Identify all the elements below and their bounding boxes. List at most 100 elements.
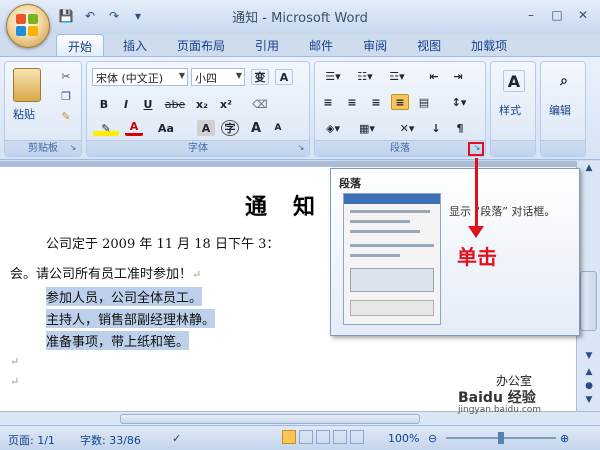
next-page-icon[interactable]: ▼ (581, 395, 597, 409)
annotation-arrow (475, 158, 478, 228)
minimize-button[interactable]: – (520, 6, 542, 24)
preview-line (350, 244, 434, 247)
document-line: 会。请公司所有员工准时参加！↵ (10, 263, 201, 282)
multilevel-list-icon[interactable]: ☲▾ (383, 68, 411, 84)
close-button[interactable]: ✕ (572, 6, 594, 24)
increase-indent-icon[interactable]: ⇥ (449, 68, 467, 84)
editing-label: 编辑 (549, 104, 571, 117)
draft-icon[interactable] (350, 430, 364, 444)
tab-insert[interactable]: 插入 (112, 34, 158, 56)
tab-references[interactable]: 引用 (244, 34, 290, 56)
copy-icon[interactable]: ❐ (57, 88, 75, 104)
tab-mailings[interactable]: 邮件 (298, 34, 344, 56)
browse-object-icon[interactable]: ● (581, 381, 597, 395)
numbering-icon[interactable]: ☷▾ (351, 68, 379, 84)
tab-review[interactable]: 审阅 (352, 34, 398, 56)
font-name-combo[interactable]: 宋体 (中文正) ▼ (92, 68, 188, 86)
word-count[interactable]: 字数: 33/86 (80, 432, 141, 448)
zoom-level[interactable]: 100% (388, 432, 419, 445)
line-text: 会。请公司所有员工准时参加！ (10, 267, 193, 282)
dialog-preview-image (343, 193, 441, 325)
font-color-icon[interactable]: A (125, 120, 143, 136)
preview-box (350, 268, 434, 292)
proofing-icon[interactable]: ✓ (172, 432, 181, 445)
preview-line (350, 210, 430, 213)
align-right-icon[interactable]: ≡ (367, 94, 385, 110)
font-group-label: 字体 (87, 140, 309, 156)
tab-view[interactable]: 视图 (406, 34, 452, 56)
selected-line: 准备事项，带上纸和笔。 (46, 331, 190, 350)
outline-icon[interactable] (333, 430, 347, 444)
tab-home[interactable]: 开始 (56, 34, 105, 56)
shading-icon[interactable]: ◈▾ (319, 120, 347, 136)
line-spacing-icon[interactable]: ↕▾ (445, 94, 473, 110)
superscript-button[interactable]: x² (215, 96, 237, 112)
preview-line (350, 230, 420, 233)
decrease-indent-icon[interactable]: ⇤ (425, 68, 443, 84)
font-size-value: 小四 (195, 72, 217, 85)
show-marks-icon[interactable]: ¶ (451, 120, 469, 136)
office-logo-icon (16, 14, 40, 38)
view-buttons (282, 430, 364, 444)
highlight-icon[interactable]: ✎ (93, 120, 119, 136)
tab-page-layout[interactable]: 页面布局 (166, 34, 236, 56)
char-border-icon[interactable]: A (275, 69, 293, 85)
strikethrough-button[interactable]: abe (163, 96, 187, 112)
align-left-icon[interactable]: ≡ (319, 94, 337, 110)
char-shading-icon[interactable]: A (197, 120, 215, 136)
chinese-layout-icon[interactable]: ✕▾ (393, 120, 421, 136)
change-case-button[interactable]: Aa (153, 120, 179, 136)
font-size-combo[interactable]: 小四 ▼ (191, 68, 245, 86)
zoom-out-icon[interactable]: ⊖ (428, 432, 437, 445)
maximize-button[interactable]: □ (546, 6, 568, 24)
cut-icon[interactable]: ✂ (57, 68, 75, 84)
styles-group[interactable]: A 样式 (490, 61, 536, 157)
ribbon: 粘贴 ✂ ❐ ✎ 剪贴板 ↘ 宋体 (中文正) ▼ 小四 ▼ 变 A B I U… (0, 56, 600, 160)
justify-icon[interactable]: ≡ (391, 94, 409, 110)
preview-line (350, 220, 410, 223)
format-painter-icon[interactable]: ✎ (57, 108, 75, 124)
wen-icon[interactable]: 变 (251, 69, 269, 85)
align-center-icon[interactable]: ≡ (343, 94, 361, 110)
styles-icon: A (503, 70, 525, 92)
clipboard-group: 粘贴 ✂ ❐ ✎ 剪贴板 ↘ (4, 61, 82, 157)
horizontal-scroll-thumb[interactable] (120, 414, 420, 424)
office-button[interactable] (6, 4, 50, 48)
prev-page-icon[interactable]: ▲ (581, 367, 597, 381)
underline-button[interactable]: U (139, 96, 157, 112)
print-layout-icon[interactable] (282, 430, 296, 444)
tab-add-ins[interactable]: 加载项 (460, 34, 518, 56)
tooltip-description: 显示 “段落” 对话框。 (449, 205, 556, 218)
preview-box (350, 300, 434, 316)
dialog-preview-titlebar (344, 194, 440, 204)
paste-button-label[interactable]: 粘贴 (13, 106, 35, 122)
subscript-button[interactable]: x₂ (191, 96, 213, 112)
font-launcher-icon[interactable]: ↘ (296, 143, 306, 153)
grow-font-button[interactable]: A (247, 120, 265, 136)
distributed-icon[interactable]: ▤ (415, 94, 433, 110)
borders-icon[interactable]: ▦▾ (353, 120, 381, 136)
zoom-in-icon[interactable]: ⊕ (560, 432, 569, 445)
ribbon-tabs: 开始 插入 页面布局 引用 邮件 审阅 视图 加载项 (56, 34, 526, 56)
document-line: 公司定于 2009 年 11 月 18 日下午 3： (46, 237, 280, 252)
paragraph-mark-icon: ↵ (192, 268, 202, 281)
italic-button[interactable]: I (117, 96, 135, 112)
zoom-slider-thumb[interactable] (498, 432, 504, 444)
clear-format-icon[interactable]: ⌫ (251, 96, 269, 112)
enclose-char-icon[interactable]: 字 (221, 120, 239, 136)
editing-group[interactable]: ⌕ 编辑 (540, 61, 586, 157)
sort-icon[interactable]: ↓ (427, 120, 445, 136)
page-count[interactable]: 页面: 1/1 (8, 432, 55, 448)
web-layout-icon[interactable] (316, 430, 330, 444)
clipboard-launcher-icon[interactable]: ↘ (68, 143, 78, 153)
scroll-down-icon[interactable]: ▼ (581, 351, 597, 365)
scroll-up-icon[interactable]: ▲ (581, 163, 597, 177)
shrink-font-button[interactable]: A (269, 120, 287, 136)
scroll-thumb[interactable] (580, 271, 597, 331)
bold-button[interactable]: B (95, 96, 113, 112)
watermark-url: jingyan.baidu.com (458, 405, 542, 415)
paste-icon[interactable] (13, 68, 41, 102)
bullets-icon[interactable]: ☰▾ (319, 68, 347, 84)
full-screen-icon[interactable] (299, 430, 313, 444)
status-bar: 页面: 1/1 字数: 33/86 ✓ 100% ⊖ ⊕ (0, 425, 600, 450)
